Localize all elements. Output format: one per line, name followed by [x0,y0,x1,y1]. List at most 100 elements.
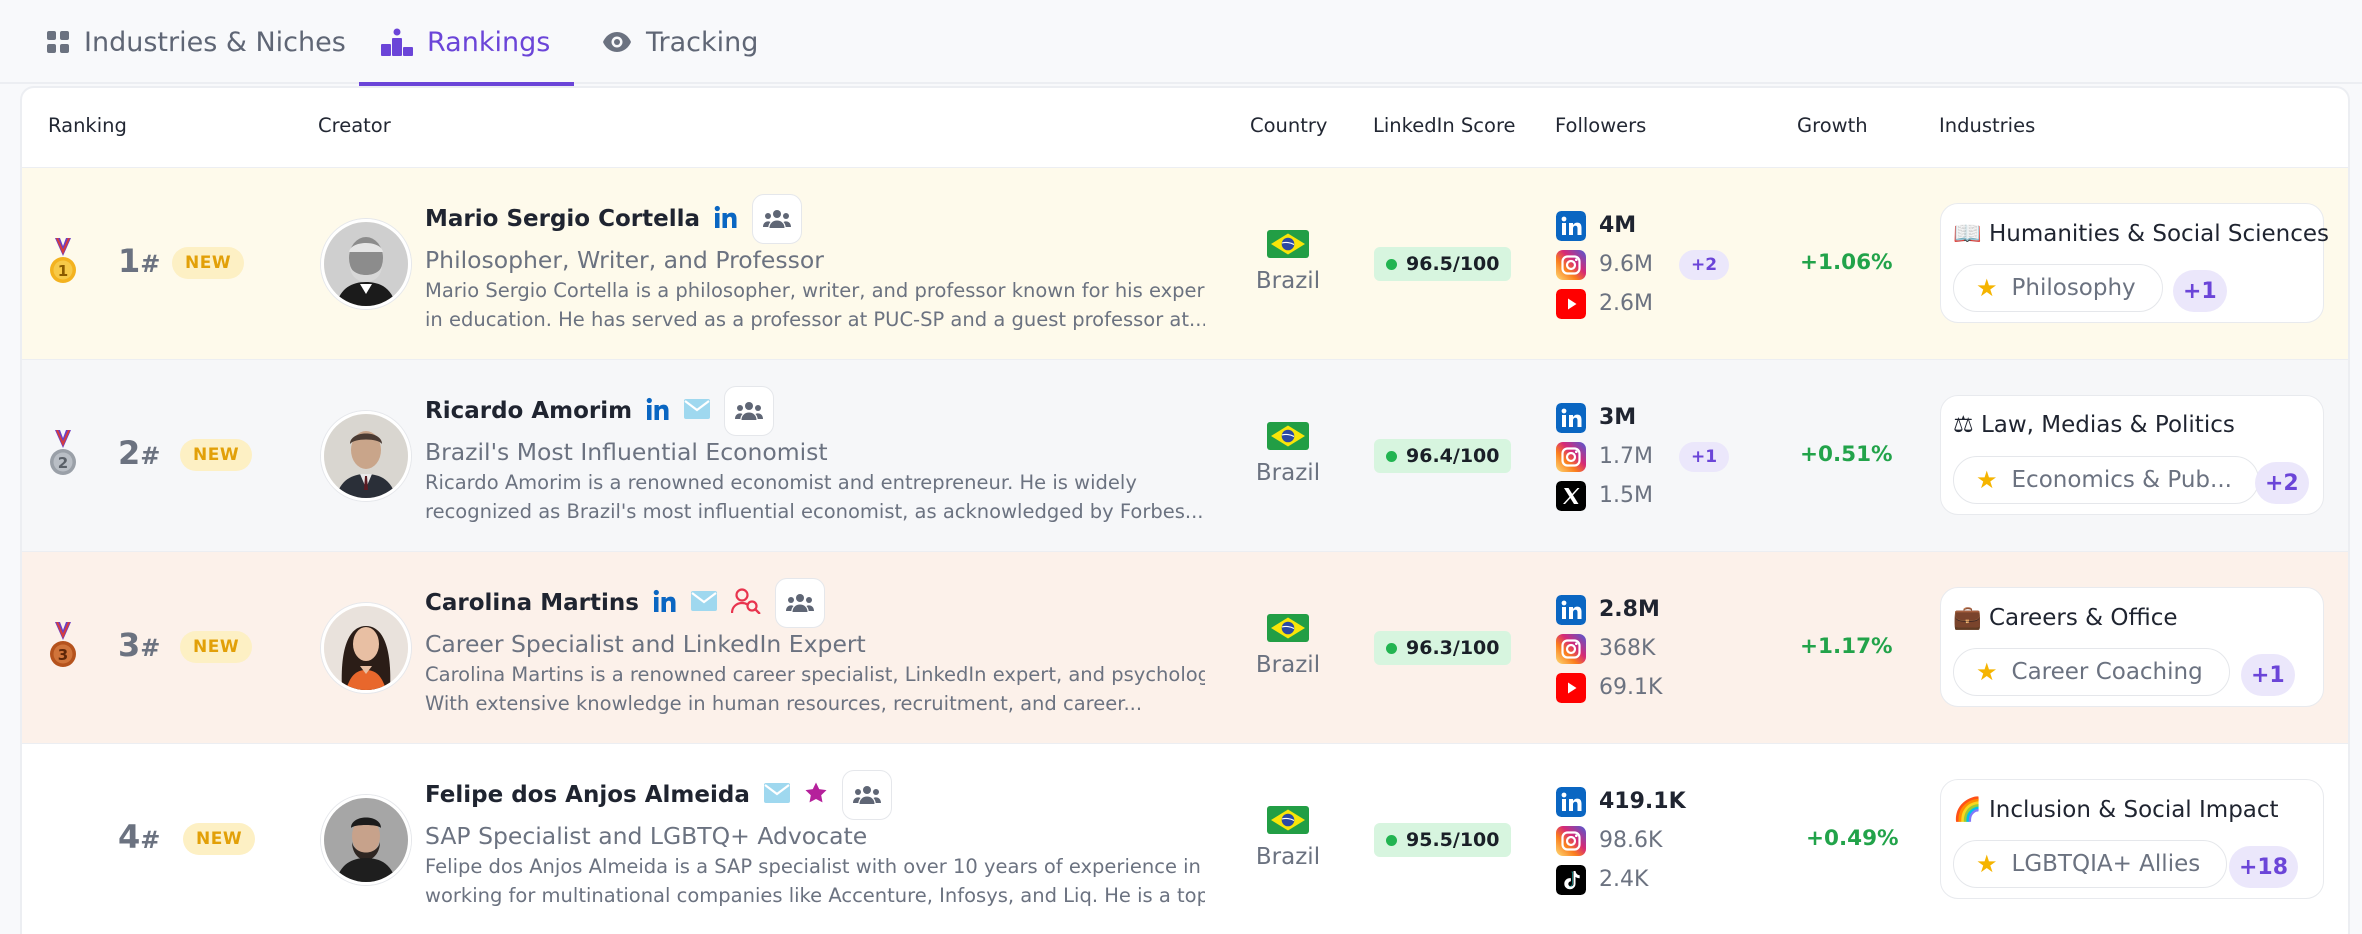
creator-title: Brazil's Most Influential Economist [425,438,828,466]
country-name: Brazil [1255,460,1321,486]
col-industries[interactable]: Industries [1939,114,2035,137]
rank-number: 4# [118,818,161,856]
tiktok-logo-icon [1556,865,1586,895]
group-icon[interactable] [841,770,892,820]
creator-name[interactable]: Felipe dos Anjos Almeida [425,782,750,808]
industry-card[interactable]: 🌈 Inclusion & Social Impact ★ LGBTQIA+ Al… [1940,779,2324,899]
country-name: Brazil [1255,268,1321,294]
email-icon[interactable] [691,591,717,615]
group-icon[interactable] [752,194,803,244]
star-badge-icon[interactable] [804,781,828,809]
table-row[interactable]: 1 1# NEW Mario Sergio Cortella Philosoph… [22,168,2348,360]
growth-value: +0.51% [1800,442,1893,467]
medal-gold-icon: 1 [48,237,78,292]
followers-list: 2.8M 368K 69.1K [1556,590,1662,707]
avatar[interactable] [321,603,411,693]
niche-pill[interactable]: ★ Philosophy [1953,264,2163,312]
creator-name[interactable]: Carolina Martins [425,590,639,616]
rank-number: 1# [118,242,161,280]
eye-icon [602,31,632,53]
email-icon[interactable] [684,399,710,423]
x-logo-icon [1556,481,1586,511]
creator-title: Career Specialist and LinkedIn Expert [425,630,866,658]
creator-header: Carolina Martins [425,578,825,628]
creator-description: Felipe dos Anjos Almeida is a SAP specia… [425,855,1205,907]
industry-card[interactable]: 📖 Humanities & Social Sciences ★ Philosop… [1940,203,2329,323]
tab-industries-niches[interactable]: Industries & Niches [46,0,346,84]
linkedin-icon[interactable] [714,205,738,233]
niche-pill[interactable]: ★ Career Coaching [1953,648,2230,696]
more-niches-badge[interactable]: +18 [2229,846,2299,888]
country-cell: Brazil [1240,422,1336,486]
industry-card[interactable]: 💼 Careers & Office ★ Career Coaching +1 [1940,587,2324,707]
tab-label: Rankings [427,26,551,58]
table-row[interactable]: 2 2# NEW Ricardo Amorim Brazil's Most In… [22,360,2348,552]
col-followers[interactable]: Followers [1555,114,1646,137]
linkedin-logo-icon [1556,595,1586,625]
score-dot-icon [1386,834,1397,846]
col-ranking[interactable]: Ranking [48,114,127,137]
avatar[interactable] [321,411,411,501]
medal-silver-icon: 2 [48,429,78,484]
col-creator[interactable]: Creator [318,114,391,137]
linkedin-score-badge: 96.5/100 [1374,247,1512,281]
group-icon[interactable] [724,386,775,436]
brazil-flag-icon [1267,614,1309,642]
instagram-logo-icon [1556,442,1586,472]
creator-name[interactable]: Mario Sergio Cortella [425,206,700,232]
country-cell: Brazil [1240,230,1336,294]
creator-title: SAP Specialist and LGBTQ+ Advocate [425,822,868,850]
more-niches-badge[interactable]: +1 [2173,270,2227,312]
growth-value: +1.06% [1800,250,1893,275]
growth-value: +1.17% [1800,634,1893,659]
avatar[interactable] [321,795,411,885]
new-badge: NEW [180,631,253,663]
creator-description: Mario Sergio Cortella is a philosopher, … [425,279,1205,331]
brazil-flag-icon [1267,422,1309,450]
creator-title: Philosopher, Writer, and Professor [425,246,824,274]
table-row[interactable]: 4# NEW Felipe dos Anjos Almeida SAP Spec… [22,744,2348,934]
table-row[interactable]: 3 3# NEW Carolina Martins Career Special… [22,552,2348,744]
instagram-logo-icon [1556,826,1586,856]
score-dot-icon [1386,450,1397,462]
col-linkedin-score[interactable]: LinkedIn Score [1373,114,1516,137]
grid-icon [46,30,70,54]
star-icon: ★ [1976,658,1998,686]
brazil-flag-icon [1267,230,1309,258]
niche-pill[interactable]: ★ Economics & Pub... [1953,456,2259,504]
industry-name: ⚖ Law, Medias & Politics [1953,412,2235,438]
linkedin-logo-icon [1556,211,1586,241]
user-search-icon[interactable] [730,588,761,618]
instagram-logo-icon [1556,634,1586,664]
rankings-table: Ranking Creator Country LinkedIn Score F… [20,86,2350,934]
avatar[interactable] [321,219,411,309]
more-platforms-badge[interactable]: +2 [1678,249,1730,280]
tab-rankings[interactable]: Rankings [358,0,575,86]
country-cell: Brazil [1240,806,1336,870]
creator-description: Carolina Martins is a renowned career sp… [425,663,1205,715]
new-badge: NEW [183,823,256,855]
rank-number: 3# [118,626,161,664]
creator-name[interactable]: Ricardo Amorim [425,398,632,424]
email-icon[interactable] [764,783,790,807]
tab-tracking[interactable]: Tracking [602,0,758,84]
col-country[interactable]: Country [1250,114,1327,137]
linkedin-logo-icon [1556,403,1586,433]
star-icon: ★ [1976,274,1998,302]
followers-list: 419.1K 98.6K 2.4K [1556,782,1686,899]
medal-bronze-icon: 3 [48,621,78,676]
industry-card[interactable]: ⚖ Law, Medias & Politics ★ Economics & Pu… [1940,395,2324,515]
col-growth[interactable]: Growth [1797,114,1868,137]
more-niches-badge[interactable]: +1 [2241,654,2295,696]
new-badge: NEW [172,247,245,279]
group-icon[interactable] [774,578,825,628]
rank-number: 2# [118,434,161,472]
linkedin-icon[interactable] [646,397,670,425]
more-niches-badge[interactable]: +2 [2255,462,2309,504]
linkedin-icon[interactable] [653,589,677,617]
more-platforms-badge[interactable]: +1 [1678,441,1730,472]
linkedin-logo-icon [1556,787,1586,817]
podium-icon [381,28,413,56]
creator-header: Mario Sergio Cortella [425,194,803,244]
niche-pill[interactable]: ★ LGBTQIA+ Allies [1953,840,2228,888]
